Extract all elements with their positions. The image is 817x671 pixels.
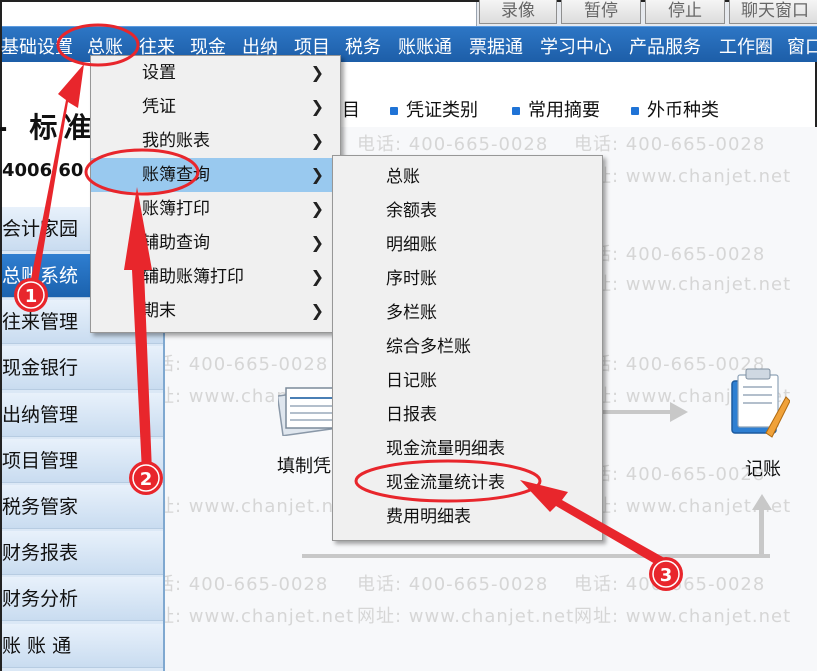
- record-label[interactable]: 记账: [745, 455, 781, 481]
- chat-window-button[interactable]: 聊天窗口: [729, 0, 817, 24]
- watermark-url: 网址: www.chanjet.net: [137, 496, 355, 517]
- menu-item-label: 辅助账簿打印: [142, 267, 244, 287]
- submenu-item-balance-sheet[interactable]: 余额表: [333, 194, 602, 228]
- flow-arrow-icon: [670, 402, 688, 422]
- fill-voucher-label[interactable]: 填制凭: [277, 452, 331, 478]
- toolbar-item-common-summary[interactable]: 常用摘要: [512, 96, 600, 122]
- submenu-item-combined-multi-column-ledger[interactable]: 综合多栏账: [333, 330, 602, 364]
- menu-item-label: 期末: [142, 301, 176, 321]
- menu-window[interactable]: 窗口: [787, 33, 817, 59]
- menu-zhangzhangtong[interactable]: 账账通: [398, 33, 452, 59]
- watermark-phone: 电话: 400-665-0028: [357, 574, 549, 595]
- watermark-url: 网址: www.chanjet.net: [137, 606, 355, 627]
- stop-button[interactable]: 停止: [645, 0, 725, 24]
- submenu-item-chronological-ledger[interactable]: 序时账: [333, 262, 602, 296]
- app-title: - 标准: [0, 111, 98, 144]
- menu-item-ledger-query[interactable]: 账簿查询 ❯: [91, 158, 340, 192]
- menu-item-ledger-print[interactable]: 账簿打印 ❯: [91, 192, 340, 226]
- menu-item-label: 我的账表: [142, 131, 210, 151]
- menu-learning-center[interactable]: 学习中心: [540, 33, 612, 59]
- menu-basic-settings[interactable]: 基础设置: [1, 33, 73, 59]
- toolbar-item-label: 常用摘要: [528, 100, 600, 121]
- voucher-form-icon[interactable]: [278, 384, 340, 436]
- menu-item-settings[interactable]: 设置 ❯: [91, 56, 340, 90]
- sidebar-item-cashier[interactable]: 出纳管理: [2, 393, 163, 437]
- menu-item-auxiliary-query[interactable]: 辅助查询 ❯: [91, 226, 340, 260]
- pause-button[interactable]: 暂停: [561, 0, 641, 24]
- watermark-url: 网址: www.chanjet.net: [574, 606, 792, 627]
- menu-item-label: 设置: [142, 63, 176, 83]
- chevron-right-icon: ❯: [310, 131, 324, 150]
- watermark-url: 网址: www.chanjet.net: [357, 606, 575, 627]
- submenu-item-journal[interactable]: 日记账: [333, 364, 602, 398]
- header-phone: 4006 60: [2, 160, 84, 181]
- submenu-item-daily-report[interactable]: 日报表: [333, 398, 602, 432]
- chevron-right-icon: ❯: [310, 267, 324, 286]
- toolbar-item-subject[interactable]: 目: [342, 96, 360, 122]
- submenu-item-detail-ledger[interactable]: 明细账: [333, 228, 602, 262]
- sidebar-item-zhangzhangtong[interactable]: 账 账 通: [2, 624, 163, 668]
- menu-tax[interactable]: 税务: [345, 33, 381, 59]
- toolbar-item-voucher-type[interactable]: 凭证类别: [390, 96, 478, 122]
- flow-arrow-up-icon: [752, 494, 772, 510]
- recording-toolbar: 录像 暂停 停止 聊天窗口: [476, 0, 817, 26]
- sidebar-item-cash-bank[interactable]: 现金银行: [2, 346, 163, 390]
- watermark-phone: 电话: 400-665-0028: [137, 354, 329, 375]
- bullet-icon: [390, 107, 398, 115]
- menu-workspace[interactable]: 工作圈: [719, 33, 773, 59]
- watermark-phone: 电话: 400-665-0028: [137, 574, 329, 595]
- toolbar-item-foreign-currency[interactable]: 外币种类: [631, 96, 719, 122]
- watermark-phone: 电话: 400-665-0028: [574, 574, 766, 595]
- menu-item-label: 账簿打印: [142, 199, 210, 219]
- general-ledger-dropdown: 设置 ❯ 凭证 ❯ 我的账表 ❯ 账簿查询 ❯ 账簿打印 ❯ 辅助查询 ❯ 辅助账簿打印 ❯ …: [90, 55, 341, 333]
- watermark-phone: 电话: 400-665-0028: [574, 134, 766, 155]
- record-button[interactable]: 录像: [479, 0, 557, 24]
- menu-item-auxiliary-ledger-print[interactable]: 辅助账簿打印 ❯: [91, 260, 340, 294]
- toolbar-item-label: 外币种类: [647, 100, 719, 121]
- chevron-right-icon: ❯: [310, 199, 324, 218]
- bullet-icon: [631, 107, 639, 115]
- sidebar-item-tax[interactable]: 税务管家: [2, 485, 163, 529]
- chevron-right-icon: ❯: [310, 97, 324, 116]
- menu-item-period-end[interactable]: 期末 ❯: [91, 294, 340, 328]
- watermark-url: 网址: www.chanjet.net: [574, 166, 792, 187]
- menu-product-services[interactable]: 产品服务: [629, 33, 701, 59]
- flow-connector: [759, 507, 764, 557]
- submenu-item-multi-column-ledger[interactable]: 多栏账: [333, 296, 602, 330]
- watermark-phone: 电话: 400-665-0028: [357, 134, 549, 155]
- submenu-item-cash-flow-statistics[interactable]: 现金流量统计表: [333, 466, 602, 500]
- submenu-item-expense-detail[interactable]: 费用明细表: [333, 500, 602, 534]
- bullet-icon: [512, 107, 520, 115]
- menu-item-my-reports[interactable]: 我的账表 ❯: [91, 124, 340, 158]
- chevron-right-icon: ❯: [310, 165, 324, 184]
- sidebar-item-financial-reports[interactable]: 财务报表: [2, 531, 163, 575]
- menu-item-label: 凭证: [142, 97, 176, 117]
- ledger-book-icon[interactable]: [726, 367, 790, 442]
- menu-item-label: 辅助查询: [142, 233, 210, 253]
- chevron-right-icon: ❯: [310, 301, 324, 320]
- submenu-item-general-ledger[interactable]: 总账: [333, 160, 602, 194]
- chevron-right-icon: ❯: [310, 63, 324, 82]
- watermark-url: 网址: www.chanjet.net: [574, 274, 792, 295]
- ledger-query-submenu: 总账 余额表 明细账 序时账 多栏账 综合多栏账 日记账 日报表 现金流量明细表…: [332, 155, 603, 541]
- submenu-item-cash-flow-detail[interactable]: 现金流量明细表: [333, 432, 602, 466]
- menu-item-label: 账簿查询: [142, 165, 210, 185]
- toolbar-item-label: 凭证类别: [406, 100, 478, 121]
- toolbar-item-label: 目: [342, 100, 360, 121]
- menu-item-voucher[interactable]: 凭证 ❯: [91, 90, 340, 124]
- menu-piaojutong[interactable]: 票据通: [469, 33, 523, 59]
- chevron-right-icon: ❯: [310, 233, 324, 252]
- sidebar-item-financial-analysis[interactable]: 财务分析: [2, 577, 163, 621]
- sidebar-item-project[interactable]: 项目管理: [2, 439, 163, 483]
- flow-connector: [302, 554, 770, 558]
